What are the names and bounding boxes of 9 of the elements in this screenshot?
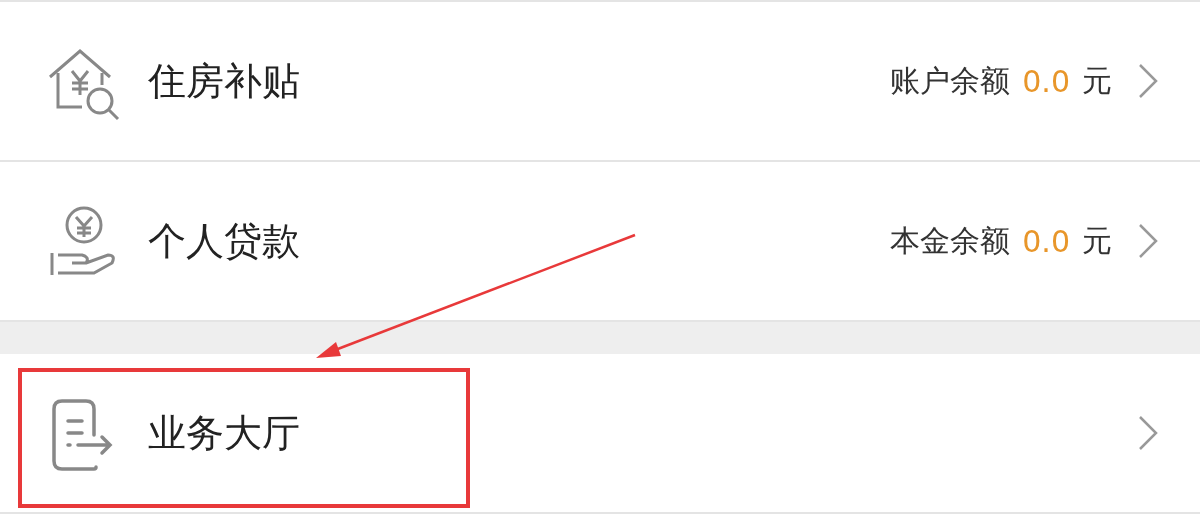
row-label: 个人贷款 [148, 217, 301, 265]
unit: 元 [1082, 221, 1112, 260]
summary-label: 本金余额 [890, 221, 1011, 260]
unit: 元 [1082, 61, 1112, 100]
row-label: 业务大厅 [148, 409, 301, 457]
summary-label: 账户余额 [890, 61, 1011, 100]
row-label: 住房补贴 [148, 57, 301, 105]
amount: 0.0 [1022, 63, 1070, 99]
amount: 0.0 [1022, 223, 1070, 259]
